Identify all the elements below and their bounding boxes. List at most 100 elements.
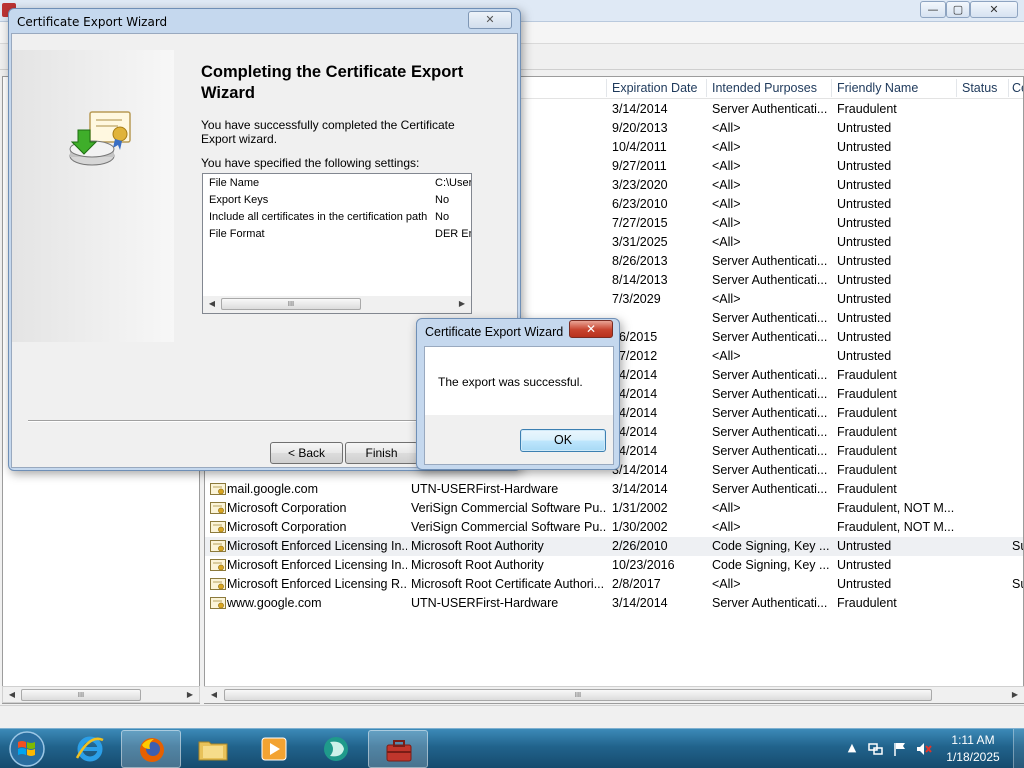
scroll-left-arrow-icon[interactable]: ◀	[5, 688, 19, 702]
list-scroll-thumb[interactable]: III	[224, 689, 932, 701]
column-separator[interactable]	[831, 79, 832, 97]
taskbar-internet-explorer[interactable]	[60, 730, 120, 768]
cell-expiration-date: 3/14/2014	[612, 463, 668, 477]
column-header-template[interactable]: Ce	[1012, 81, 1023, 95]
cell-intended-purposes: Server Authenticati...	[712, 596, 828, 610]
cell-friendly-name: Untrusted	[837, 197, 892, 211]
settings-list[interactable]: File Name C:\User Export Keys No Include…	[202, 173, 472, 314]
back-button[interactable]: < Back	[270, 442, 343, 464]
status-bar	[0, 705, 1024, 728]
cell-friendly-name: Untrusted	[837, 311, 892, 325]
cell-expiration-date: 14/2014	[612, 444, 658, 458]
taskbar-remote-assistance[interactable]	[306, 730, 366, 768]
wizard-close-button[interactable]: ✕	[468, 11, 512, 29]
cell-friendly-name: Untrusted	[837, 235, 892, 249]
tree-scroll-thumb[interactable]: III	[21, 689, 141, 701]
taskbar-certificate-manager[interactable]	[368, 730, 428, 768]
show-hidden-icons-arrow-icon[interactable]: ▲	[844, 741, 860, 757]
cell-expiration-date: 9/20/2013	[612, 121, 668, 135]
taskbar-media-player[interactable]	[244, 730, 304, 768]
cell-intended-purposes: Server Authenticati...	[712, 273, 828, 287]
cell-expiration-date: 3/23/2020	[612, 178, 668, 192]
setting-value: C:\User	[435, 177, 471, 189]
column-header-expiration[interactable]: Expiration Date	[612, 81, 706, 95]
setting-value: No	[435, 194, 450, 206]
list-horizontal-scrollbar[interactable]: ◀ III ▶	[204, 686, 1024, 703]
cell-friendly-name: Untrusted	[837, 349, 892, 363]
cell-intended-purposes: <All>	[712, 178, 741, 192]
certificate-row[interactable]: Microsoft Corporation VeriSign Commercial…	[205, 518, 1023, 537]
finish-button[interactable]: Finish	[345, 442, 418, 464]
column-header-friendly-name[interactable]: Friendly Name	[837, 81, 955, 95]
tree-horizontal-scrollbar[interactable]: ◀ III ▶	[2, 686, 200, 703]
action-center-flag-icon[interactable]	[892, 741, 908, 757]
settings-horizontal-scrollbar[interactable]: ◀ III ▶	[203, 296, 471, 313]
cell-expiration-date: 3/31/2025	[612, 235, 668, 249]
cell-expiration-date: 14/2014	[612, 406, 658, 420]
show-desktop-button[interactable]	[1013, 729, 1024, 768]
close-button[interactable]: ✕	[970, 1, 1018, 18]
internet-explorer-icon	[75, 736, 104, 762]
scroll-left-arrow-icon[interactable]: ◀	[207, 688, 221, 702]
column-separator[interactable]	[606, 79, 607, 97]
cell-intended-purposes: Server Authenticati...	[712, 482, 828, 496]
toolbox-icon	[386, 740, 412, 762]
certificate-row[interactable]: Microsoft Corporation VeriSign Commercial…	[205, 499, 1023, 518]
cell-intended-purposes: Server Authenticati...	[712, 406, 828, 420]
scroll-left-arrow-icon[interactable]: ◀	[205, 297, 219, 311]
network-icon[interactable]	[868, 741, 884, 757]
cell-expiration-date: 8/26/2013	[612, 254, 668, 268]
volume-muted-icon[interactable]	[916, 741, 932, 757]
cell-intended-purposes: Server Authenticati...	[712, 368, 828, 382]
setting-value: DER En	[435, 228, 471, 240]
maximize-button[interactable]: ▢	[946, 1, 970, 18]
cell-intended-purposes: <All>	[712, 292, 741, 306]
dialog-close-button[interactable]: ✕	[569, 320, 613, 338]
cell-issued-to: Microsoft Enforced Licensing R...	[227, 577, 407, 591]
cell-issued-to: Microsoft Enforced Licensing In...	[227, 539, 407, 553]
certificate-icon	[210, 502, 226, 514]
cell-expiration-date: 10/4/2011	[612, 140, 667, 154]
scroll-right-arrow-icon[interactable]: ▶	[1008, 688, 1022, 702]
cell-issued-by: Microsoft Root Authority	[411, 539, 544, 553]
ok-button[interactable]: OK	[520, 429, 606, 452]
cell-intended-purposes: <All>	[712, 121, 741, 135]
cell-friendly-name: Untrusted	[837, 159, 892, 173]
column-separator[interactable]	[956, 79, 957, 97]
column-header-purposes[interactable]: Intended Purposes	[712, 81, 830, 95]
scroll-right-arrow-icon[interactable]: ▶	[455, 297, 469, 311]
remote-assistance-icon	[324, 737, 348, 761]
cell-intended-purposes: Server Authenticati...	[712, 102, 828, 116]
cell-intended-purposes: Code Signing, Key ...	[712, 558, 830, 572]
column-header-status[interactable]: Status	[962, 81, 1008, 95]
cell-issued-by: UTN-USERFirst-Hardware	[411, 482, 559, 496]
cell-friendly-name: Fraudulent	[837, 463, 897, 477]
cell-expiration-date: 2/26/2010	[612, 539, 668, 553]
certificate-row[interactable]: Microsoft Enforced Licensing R... Microso…	[205, 575, 1023, 594]
cell-template: Su	[1012, 577, 1023, 591]
clock-time[interactable]: 1:11 AM	[939, 733, 1007, 747]
file-explorer-icon	[198, 741, 228, 761]
wizard-title: Certificate Export Wizard	[17, 15, 168, 29]
minimize-button[interactable]: —	[920, 1, 946, 18]
certificate-row[interactable]: Microsoft Enforced Licensing In... Micros…	[205, 537, 1023, 556]
scroll-right-arrow-icon[interactable]: ▶	[183, 688, 197, 702]
taskbar-file-explorer[interactable]	[183, 730, 243, 768]
start-button-windows-icon[interactable]	[4, 730, 50, 768]
cell-intended-purposes: Server Authenticati...	[712, 444, 828, 458]
certificate-row[interactable]: www.google.com UTN-USERFirst-Hardware 3/14…	[205, 594, 1023, 613]
cell-expiration-date: 8/14/2013	[612, 273, 668, 287]
clock-date[interactable]: 1/18/2025	[939, 750, 1007, 764]
cell-intended-purposes: Server Authenticati...	[712, 425, 828, 439]
wizard-heading: Completing the Certificate Export Wizard	[201, 63, 464, 102]
column-separator[interactable]	[1008, 79, 1009, 97]
settings-scroll-thumb[interactable]: III	[221, 298, 361, 310]
cell-intended-purposes: Code Signing, Key ...	[712, 539, 830, 553]
cell-friendly-name: Fraudulent	[837, 387, 897, 401]
column-separator[interactable]	[706, 79, 707, 97]
certificate-row[interactable]: mail.google.com UTN-USERFirst-Hardware 3/1…	[205, 480, 1023, 499]
certificate-row[interactable]: Microsoft Enforced Licensing In... Micros…	[205, 556, 1023, 575]
cell-issued-to: mail.google.com	[227, 482, 319, 496]
cell-issued-to: www.google.com	[227, 596, 322, 610]
taskbar-firefox[interactable]	[121, 730, 181, 768]
